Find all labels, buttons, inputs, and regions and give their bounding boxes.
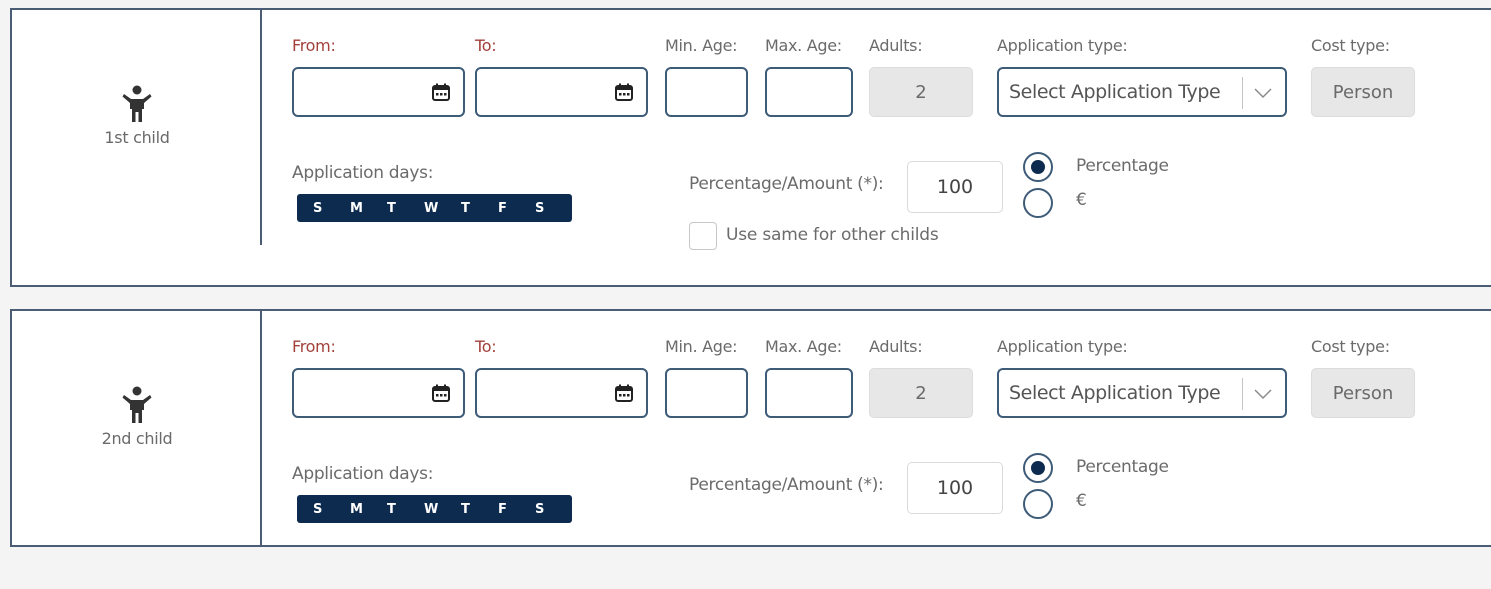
radio-percentage-label: Percentage xyxy=(1076,156,1169,176)
from-date-field[interactable] xyxy=(292,67,465,117)
child-label: 1st child xyxy=(104,128,170,147)
radio-percentage-label: Percentage xyxy=(1076,457,1169,477)
child-info-panel: 1st child xyxy=(12,10,262,245)
cost-type-label: Cost type: xyxy=(1311,337,1390,356)
day-sunday[interactable]: S xyxy=(313,502,350,517)
max-age-label: Max. Age: xyxy=(765,36,842,55)
use-same-label: Use same for other childs xyxy=(726,225,939,245)
to-date-field[interactable] xyxy=(475,67,648,117)
child-icon xyxy=(122,85,152,122)
max-age-input[interactable] xyxy=(765,67,853,117)
select-divider xyxy=(1242,378,1243,410)
from-label: From: xyxy=(292,36,336,55)
max-age-input[interactable] xyxy=(765,368,853,418)
day-sunday[interactable]: S xyxy=(313,201,350,216)
cost-type-label: Cost type: xyxy=(1311,36,1390,55)
percentage-amount-input[interactable]: 100 xyxy=(907,161,1003,213)
radio-currency[interactable] xyxy=(1023,489,1053,519)
day-wednesday[interactable]: W xyxy=(424,201,461,216)
from-date-field[interactable] xyxy=(292,368,465,418)
radio-percentage[interactable] xyxy=(1023,152,1053,182)
application-type-select[interactable]: Select Application Type xyxy=(997,67,1287,117)
min-age-input[interactable] xyxy=(665,368,748,418)
adults-label: Adults: xyxy=(869,337,923,356)
calendar-icon[interactable] xyxy=(431,82,451,102)
day-thursday[interactable]: T xyxy=(461,201,498,216)
calendar-icon[interactable] xyxy=(431,383,451,403)
min-age-label: Min. Age: xyxy=(665,36,738,55)
radio-currency-label: € xyxy=(1076,190,1087,210)
day-friday[interactable]: F xyxy=(498,502,535,517)
adults-label: Adults: xyxy=(869,36,923,55)
application-type-label: Application type: xyxy=(997,337,1128,356)
application-days-selector: S M T W T F S xyxy=(297,495,572,523)
chevron-down-icon[interactable] xyxy=(1251,85,1275,101)
application-days-selector: S M T W T F S xyxy=(297,194,572,222)
min-age-input[interactable] xyxy=(665,67,748,117)
application-type-select[interactable]: Select Application Type xyxy=(997,368,1287,418)
from-label: From: xyxy=(292,337,336,356)
radio-currency[interactable] xyxy=(1023,188,1053,218)
day-saturday[interactable]: S xyxy=(535,502,572,517)
to-date-field[interactable] xyxy=(475,368,648,418)
max-age-label: Max. Age: xyxy=(765,337,842,356)
adults-field: 2 xyxy=(869,368,973,418)
application-days-label: Application days: xyxy=(292,163,434,183)
calendar-icon[interactable] xyxy=(614,383,634,403)
application-type-value: Select Application Type xyxy=(1009,382,1221,404)
child-icon xyxy=(122,386,152,423)
radio-percentage[interactable] xyxy=(1023,453,1053,483)
day-tuesday[interactable]: T xyxy=(387,502,424,517)
day-tuesday[interactable]: T xyxy=(387,201,424,216)
adults-field: 2 xyxy=(869,67,973,117)
cost-type-field: Person xyxy=(1311,67,1415,117)
percentage-amount-label: Percentage/Amount (*): xyxy=(689,475,884,495)
to-label: To: xyxy=(475,36,497,55)
min-age-label: Min. Age: xyxy=(665,337,738,356)
day-thursday[interactable]: T xyxy=(461,502,498,517)
radio-currency-label: € xyxy=(1076,491,1087,511)
child-card-2: 2nd child From: To: Min. Age: Max. Age: … xyxy=(10,309,1491,547)
day-monday[interactable]: M xyxy=(350,201,387,216)
calendar-icon[interactable] xyxy=(614,82,634,102)
select-divider xyxy=(1242,77,1243,109)
child-info-panel: 2nd child xyxy=(12,311,262,547)
chevron-down-icon[interactable] xyxy=(1251,386,1275,402)
day-friday[interactable]: F xyxy=(498,201,535,216)
child-label: 2nd child xyxy=(101,429,173,448)
to-label: To: xyxy=(475,337,497,356)
application-days-label: Application days: xyxy=(292,464,434,484)
day-wednesday[interactable]: W xyxy=(424,502,461,517)
child-card-1: 1st child From: To: Min. Age: Max. Age: … xyxy=(10,8,1491,287)
application-type-value: Select Application Type xyxy=(1009,81,1221,103)
use-same-checkbox[interactable] xyxy=(689,222,717,250)
percentage-amount-input[interactable]: 100 xyxy=(907,462,1003,514)
percentage-amount-label: Percentage/Amount (*): xyxy=(689,174,884,194)
day-saturday[interactable]: S xyxy=(535,201,572,216)
day-monday[interactable]: M xyxy=(350,502,387,517)
application-type-label: Application type: xyxy=(997,36,1128,55)
cost-type-field: Person xyxy=(1311,368,1415,418)
